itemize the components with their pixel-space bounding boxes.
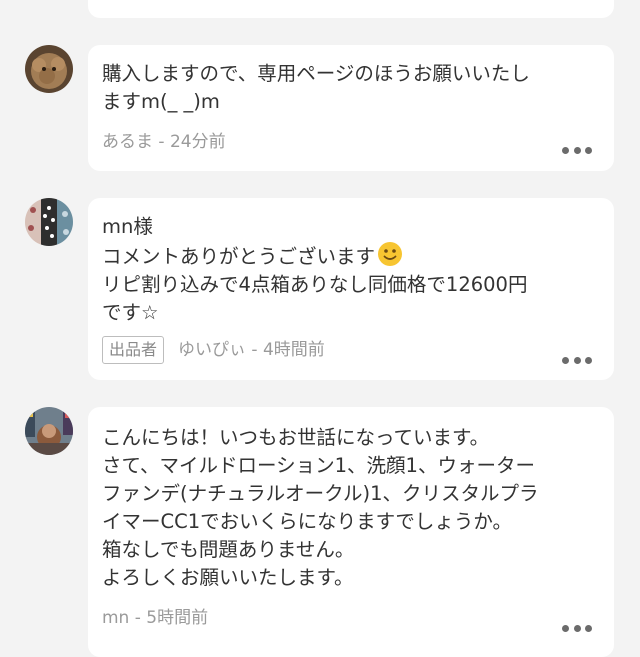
comment-line: こんにちは！いつもお世話になっています。 [102,426,490,449]
comment-line: ますm(_ _)m [102,90,220,113]
comment-meta: mn - 5時間前 [102,607,208,629]
comment-card-previous [88,0,614,18]
dot [573,146,581,154]
comment-line: ファンデ(ナチュラルオークル)1、クリスタルプラ [102,482,539,505]
dot [562,356,569,364]
comment-card: こんにちは！いつもお世話になっています。 さて、マイルドローション1、洗顔1、ウ… [88,407,614,657]
comment-line: 箱なしでも問題ありません。 [102,538,355,561]
meta-separator: - [246,340,263,360]
comment-card-seller: mn様 コメントありがとうございます リピ割り込みで4点箱ありなし同価格で126… [88,198,614,380]
comment-line: よろしくお願いいたします。 [102,566,354,589]
comment-line: さて、マイルドローション1、洗顔1、ウォーター [102,454,535,477]
more-options-icon[interactable] [562,356,592,364]
poodle-dog-avatar[interactable] [25,45,73,93]
comment-time: 5時間前 [146,608,209,628]
slightly-smiling-face-emoji [377,241,403,267]
comment-time: 24分前 [169,132,226,152]
comment-line: 購入しますので、専用ページのほうお願いいたし [102,62,530,85]
dot [562,146,569,154]
comment-line: コメントありがとうございます [102,241,600,271]
commenter-name[interactable]: あるま [102,132,153,152]
commenter-name[interactable]: ゆいぴぃ [178,340,246,360]
meta-separator: - [153,132,170,152]
polka-dot-pattern-avatar[interactable] [25,198,73,246]
comment-line: リピ割り込みで4点箱ありなし同価格で12600円 [102,273,528,296]
comment-time: 4時間前 [262,340,325,360]
more-options-icon[interactable] [562,624,592,632]
dot [585,624,592,632]
city-photo-avatar[interactable] [25,407,73,455]
comment-text: 購入しますので、専用ページのほうお願いいたし ますm(_ _)m [102,60,600,116]
comment-meta: 出品者 ゆいぴぃ - 4時間前 [102,336,325,364]
comment-line: です☆ [102,301,159,324]
dot [585,146,592,154]
comment-line: イマーCC1でおいくらになりますでしょうか。 [102,510,512,533]
dot [585,356,592,364]
seller-badge: 出品者 [102,336,165,364]
comment-text: こんにちは！いつもお世話になっています。 さて、マイルドローション1、洗顔1、ウ… [102,424,600,592]
more-options-icon[interactable] [562,146,592,154]
comment-line-text: コメントありがとうございます [102,245,376,268]
comment-text: mn様 コメントありがとうございます リピ割り込みで4点箱ありなし同価格で126… [102,213,600,327]
comment-line: mn様 [102,215,153,238]
dot [573,356,581,364]
comment-meta: あるま - 24分前 [102,131,226,153]
commenter-name[interactable]: mn [102,608,129,628]
meta-separator: - [129,608,147,628]
dot [573,624,581,632]
dot [562,624,569,632]
comment-card: 購入しますので、専用ページのほうお願いいたし ますm(_ _)m あるま - 2… [88,45,614,171]
